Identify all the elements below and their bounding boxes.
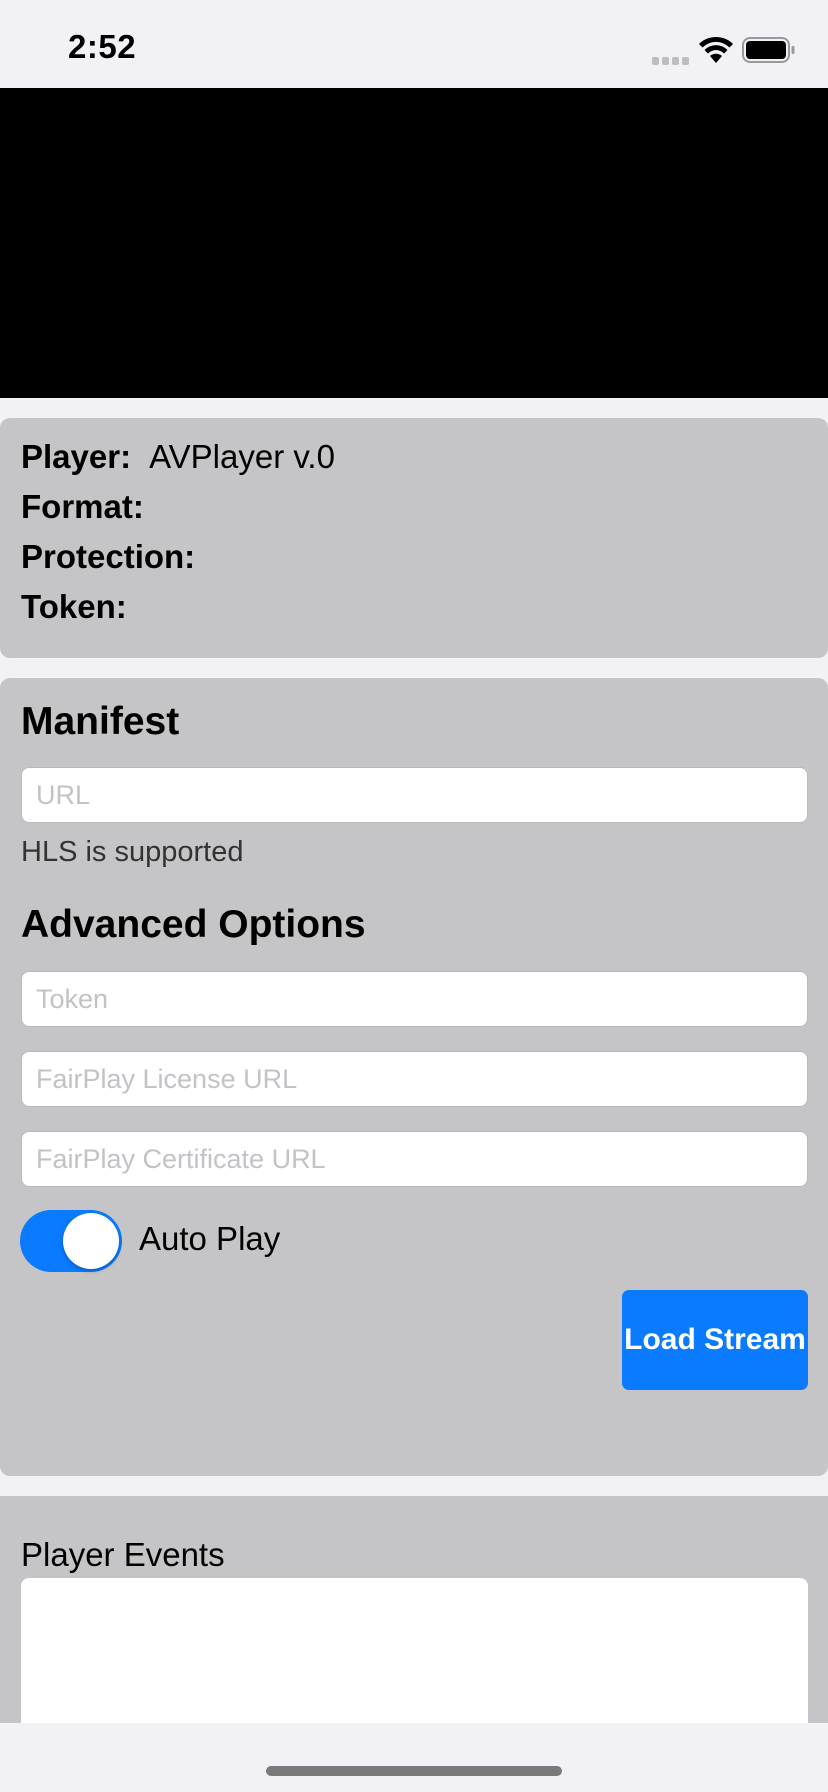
protection-label: Protection: — [21, 538, 196, 575]
player-value: AVPlayer v.0 — [149, 438, 335, 475]
protection-row: Protection: — [21, 538, 213, 576]
bottom-bar — [0, 1723, 828, 1792]
status-bar: 2:52 — [0, 0, 828, 88]
autoplay-toggle[interactable] — [20, 1210, 122, 1272]
load-stream-button[interactable]: Load Stream — [622, 1290, 808, 1390]
signal-icon — [652, 52, 692, 65]
toggle-knob — [63, 1213, 119, 1269]
status-time: 2:52 — [68, 28, 137, 65]
manifest-title: Manifest — [21, 700, 180, 743]
manifest-url-input[interactable] — [21, 767, 808, 823]
format-label: Format: — [21, 488, 144, 525]
autoplay-label: Auto Play — [139, 1220, 281, 1257]
format-row: Format: — [21, 488, 162, 526]
app-screen: 2:52 Player: AVPlayer v.0 Format: Protect… — [0, 0, 828, 1792]
battery-icon — [742, 37, 795, 63]
player-events-title: Player Events — [21, 1536, 225, 1573]
fairplay-license-url-input[interactable] — [21, 1051, 808, 1107]
token-label: Token: — [21, 588, 127, 625]
player-label: Player: — [21, 438, 132, 475]
advanced-options-title: Advanced Options — [21, 903, 366, 946]
stream-config-panel: Manifest HLS is supported Advanced Optio… — [0, 678, 828, 1476]
manifest-hint: HLS is supported — [21, 836, 244, 868]
token-row: Token: — [21, 588, 145, 626]
token-input[interactable] — [21, 971, 808, 1027]
player-events-log[interactable] — [21, 1578, 808, 1738]
wifi-icon — [699, 36, 733, 63]
player-row: Player: AVPlayer v.0 — [21, 438, 335, 476]
video-player[interactable] — [0, 88, 828, 398]
fairplay-certificate-url-input[interactable] — [21, 1131, 808, 1187]
player-info-panel: Player: AVPlayer v.0 Format: Protection: … — [0, 418, 828, 658]
home-indicator[interactable] — [266, 1766, 562, 1776]
